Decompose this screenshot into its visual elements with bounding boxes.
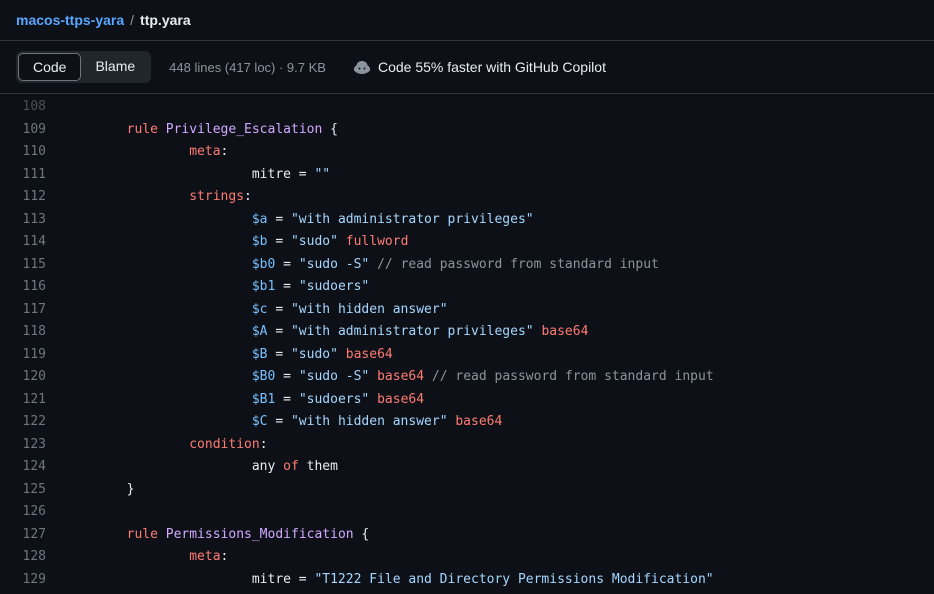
line-content: strings: [64, 186, 934, 209]
line-number[interactable]: 112 [0, 186, 64, 209]
code-line: 110 meta: [0, 141, 934, 164]
line-number[interactable]: 114 [0, 231, 64, 254]
line-content: rule Permissions_Modification { [64, 524, 934, 547]
code-line: 109 rule Privilege_Escalation { [0, 119, 934, 142]
code-line: 126 [0, 501, 934, 524]
code-line: 111 mitre = "" [0, 164, 934, 187]
file-toolbar: Code Blame 448 lines (417 loc) · 9.7 KB … [0, 41, 934, 94]
code-line: 128 meta: [0, 546, 934, 569]
line-content: any of them [64, 456, 934, 479]
line-number[interactable]: 120 [0, 366, 64, 389]
line-content: mitre = "" [64, 164, 934, 187]
code-line: 119 $B = "sudo" base64 [0, 344, 934, 367]
code-line: 115 $b0 = "sudo -S" // read password fro… [0, 254, 934, 277]
code-line: 121 $B1 = "sudoers" base64 [0, 389, 934, 412]
view-tab-group: Code Blame [16, 51, 151, 83]
code-line: 122 $C = "with hidden answer" base64 [0, 411, 934, 434]
line-number[interactable]: 122 [0, 411, 64, 434]
line-content: $B1 = "sudoers" base64 [64, 389, 934, 412]
line-number[interactable]: 119 [0, 344, 64, 367]
line-number[interactable]: 123 [0, 434, 64, 457]
copilot-icon [354, 59, 370, 75]
code-line: 123 condition: [0, 434, 934, 457]
breadcrumb-repo-link[interactable]: macos-ttps-yara [16, 12, 124, 28]
code-line: 125 } [0, 479, 934, 502]
file-info-text: 448 lines (417 loc) · 9.7 KB [169, 60, 326, 75]
breadcrumb-file: ttp.yara [140, 12, 191, 28]
code-line: 124 any of them [0, 456, 934, 479]
tab-blame[interactable]: Blame [81, 53, 149, 81]
code-line: 117 $c = "with hidden answer" [0, 299, 934, 322]
line-number[interactable]: 110 [0, 141, 64, 164]
code-line: 112 strings: [0, 186, 934, 209]
line-number[interactable]: 118 [0, 321, 64, 344]
line-number[interactable]: 117 [0, 299, 64, 322]
line-number[interactable]: 125 [0, 479, 64, 502]
line-content: meta: [64, 141, 934, 164]
code-line: 108 [0, 96, 934, 119]
line-content: $b = "sudo" fullword [64, 231, 934, 254]
line-content: condition: [64, 434, 934, 457]
line-number[interactable]: 129 [0, 569, 64, 592]
line-content [64, 96, 934, 119]
line-number[interactable]: 113 [0, 209, 64, 232]
line-content: $b1 = "sudoers" [64, 276, 934, 299]
copilot-text: Code 55% faster with GitHub Copilot [378, 59, 606, 75]
code-view[interactable]: 108 109 rule Privilege_Escalation {110 m… [0, 94, 934, 591]
line-content: mitre = "T1222 File and Directory Permis… [64, 569, 934, 592]
line-number[interactable]: 121 [0, 389, 64, 412]
line-number[interactable]: 128 [0, 546, 64, 569]
line-content: meta: [64, 546, 934, 569]
line-number[interactable]: 111 [0, 164, 64, 187]
line-content: $a = "with administrator privileges" [64, 209, 934, 232]
copilot-prompt[interactable]: Code 55% faster with GitHub Copilot [354, 59, 606, 75]
line-content: $A = "with administrator privileges" bas… [64, 321, 934, 344]
code-line: 118 $A = "with administrator privileges"… [0, 321, 934, 344]
breadcrumb: macos-ttps-yara / ttp.yara [0, 0, 934, 41]
line-number[interactable]: 127 [0, 524, 64, 547]
line-content: $c = "with hidden answer" [64, 299, 934, 322]
code-line: 129 mitre = "T1222 File and Directory Pe… [0, 569, 934, 592]
line-number[interactable]: 116 [0, 276, 64, 299]
code-line: 127 rule Permissions_Modification { [0, 524, 934, 547]
code-line: 116 $b1 = "sudoers" [0, 276, 934, 299]
line-content: } [64, 479, 934, 502]
line-content: $B = "sudo" base64 [64, 344, 934, 367]
line-number[interactable]: 108 [0, 96, 64, 119]
line-content: $C = "with hidden answer" base64 [64, 411, 934, 434]
code-line: 113 $a = "with administrator privileges" [0, 209, 934, 232]
line-content: $B0 = "sudo -S" base64 // read password … [64, 366, 934, 389]
line-number[interactable]: 126 [0, 501, 64, 524]
line-number[interactable]: 124 [0, 456, 64, 479]
code-line: 114 $b = "sudo" fullword [0, 231, 934, 254]
tab-code[interactable]: Code [18, 53, 81, 81]
line-number[interactable]: 115 [0, 254, 64, 277]
code-line: 120 $B0 = "sudo -S" base64 // read passw… [0, 366, 934, 389]
line-content: $b0 = "sudo -S" // read password from st… [64, 254, 934, 277]
breadcrumb-separator: / [130, 12, 134, 28]
line-number[interactable]: 109 [0, 119, 64, 142]
line-content: rule Privilege_Escalation { [64, 119, 934, 142]
line-content [64, 501, 934, 524]
